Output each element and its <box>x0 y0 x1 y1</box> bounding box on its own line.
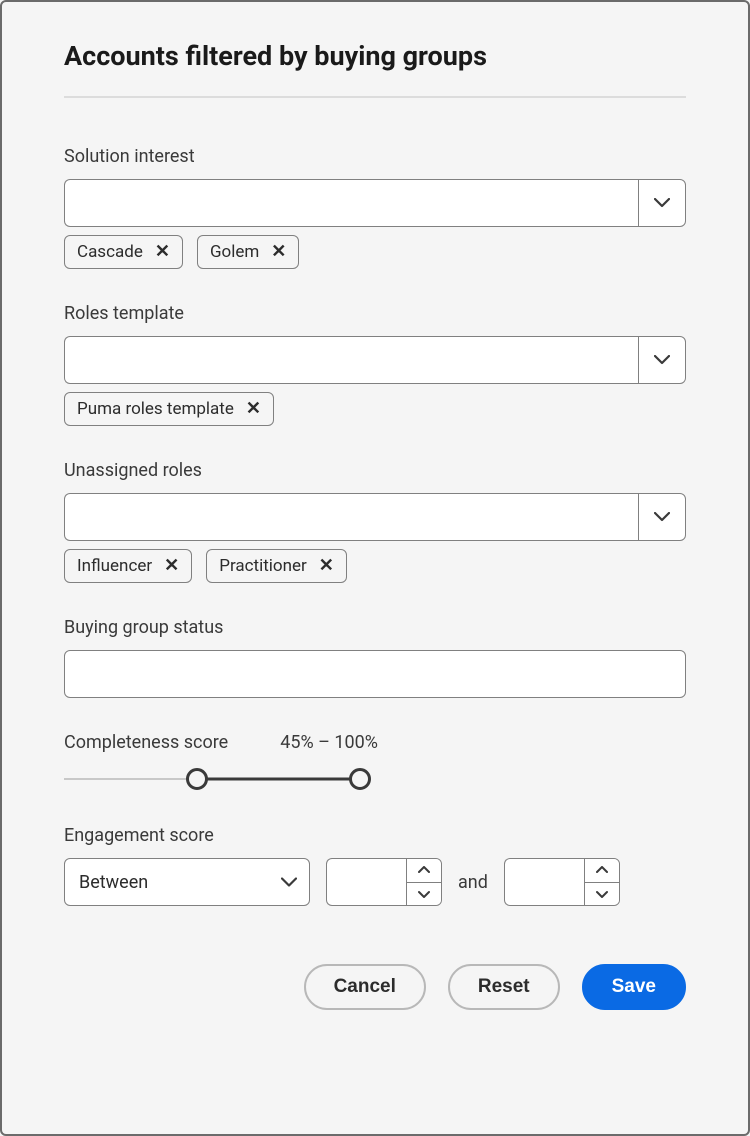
chip-solution-interest: Golem ✕ <box>197 235 299 269</box>
field-completeness-score: Completeness score 45% – 100% <box>64 732 686 791</box>
reset-button[interactable]: Reset <box>448 964 560 1010</box>
solution-interest-combo <box>64 179 686 227</box>
chip-unassigned-roles: Practitioner ✕ <box>206 549 347 583</box>
stepper-up-button[interactable] <box>585 859 619 883</box>
chevron-down-icon <box>281 872 297 893</box>
slider-handle-low[interactable] <box>186 768 208 790</box>
solution-interest-dropdown-button[interactable] <box>638 179 686 227</box>
chip-label: Influencer <box>77 556 152 576</box>
chip-label: Cascade <box>77 242 143 262</box>
engagement-value2-stepper <box>584 858 620 906</box>
engagement-value1-field <box>326 858 442 906</box>
buying-group-status-input[interactable] <box>64 650 686 698</box>
and-label: and <box>458 872 488 893</box>
unassigned-roles-input[interactable] <box>64 493 638 541</box>
solution-interest-chips: Cascade ✕ Golem ✕ <box>64 235 686 269</box>
chip-solution-interest: Cascade ✕ <box>64 235 183 269</box>
label-buying-group-status: Buying group status <box>64 617 686 638</box>
roles-template-combo <box>64 336 686 384</box>
roles-template-chips: Puma roles template ✕ <box>64 392 686 426</box>
completeness-range-text: 45% – 100% <box>280 732 378 753</box>
chevron-down-icon <box>596 890 608 898</box>
chip-label: Golem <box>210 242 259 262</box>
field-buying-group-status: Buying group status <box>64 617 686 698</box>
close-icon[interactable]: ✕ <box>246 400 261 418</box>
close-icon[interactable]: ✕ <box>155 243 170 261</box>
dialog-footer: Cancel Reset Save <box>64 964 686 1010</box>
field-engagement-score: Engagement score Between and <box>64 825 686 906</box>
stepper-down-button[interactable] <box>407 883 441 906</box>
chevron-down-icon <box>654 512 670 522</box>
cancel-button[interactable]: Cancel <box>304 964 426 1010</box>
engagement-value1-stepper <box>406 858 442 906</box>
chip-roles-template: Puma roles template ✕ <box>64 392 274 426</box>
close-icon[interactable]: ✕ <box>271 243 286 261</box>
slider-handle-high[interactable] <box>349 768 371 790</box>
engagement-value1-input[interactable] <box>326 858 406 906</box>
close-icon[interactable]: ✕ <box>164 557 179 575</box>
save-button[interactable]: Save <box>582 964 686 1010</box>
engagement-value2-field <box>504 858 620 906</box>
field-unassigned-roles: Unassigned roles Influencer ✕ Practition… <box>64 460 686 583</box>
chip-label: Practitioner <box>219 556 307 576</box>
unassigned-roles-dropdown-button[interactable] <box>638 493 686 541</box>
slider-active-track <box>197 778 360 781</box>
page-title: Accounts filtered by buying groups <box>64 40 686 72</box>
label-engagement-score: Engagement score <box>64 825 686 846</box>
title-divider <box>64 96 686 98</box>
engagement-operator-value: Between <box>79 872 148 893</box>
engagement-operator-select[interactable]: Between <box>64 858 310 906</box>
label-roles-template: Roles template <box>64 303 686 324</box>
roles-template-dropdown-button[interactable] <box>638 336 686 384</box>
solution-interest-input[interactable] <box>64 179 638 227</box>
chevron-down-icon <box>418 890 430 898</box>
roles-template-input[interactable] <box>64 336 638 384</box>
chevron-down-icon <box>654 355 670 365</box>
field-roles-template: Roles template Puma roles template ✕ <box>64 303 686 426</box>
field-solution-interest: Solution interest Cascade ✕ Golem ✕ <box>64 146 686 269</box>
chevron-up-icon <box>596 866 608 874</box>
label-solution-interest: Solution interest <box>64 146 686 167</box>
stepper-down-button[interactable] <box>585 883 619 906</box>
chip-label: Puma roles template <box>77 399 234 419</box>
stepper-up-button[interactable] <box>407 859 441 883</box>
chip-unassigned-roles: Influencer ✕ <box>64 549 192 583</box>
unassigned-roles-chips: Influencer ✕ Practitioner ✕ <box>64 549 686 583</box>
chevron-up-icon <box>418 866 430 874</box>
label-completeness-score: Completeness score <box>64 732 228 753</box>
chevron-down-icon <box>654 198 670 208</box>
label-unassigned-roles: Unassigned roles <box>64 460 686 481</box>
engagement-value2-input[interactable] <box>504 858 584 906</box>
completeness-slider[interactable] <box>64 767 360 791</box>
unassigned-roles-combo <box>64 493 686 541</box>
close-icon[interactable]: ✕ <box>319 557 334 575</box>
